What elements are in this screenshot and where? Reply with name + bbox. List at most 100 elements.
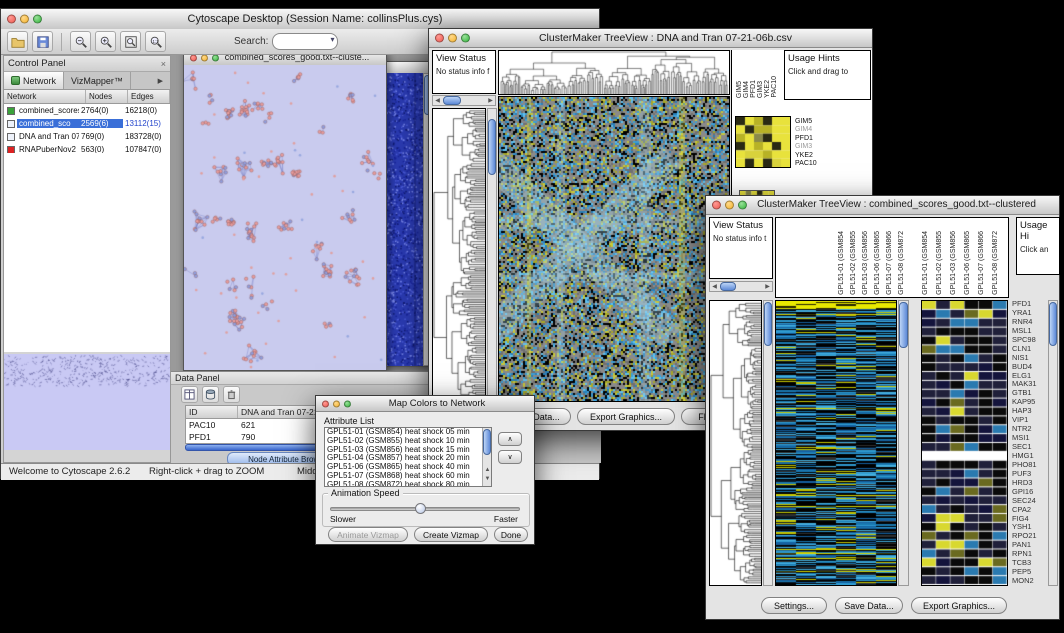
gene-label[interactable]: VIP1: [1010, 416, 1047, 425]
gene-label[interactable]: RNR4: [1010, 318, 1047, 327]
gene-label[interactable]: NIS1: [1010, 354, 1047, 363]
gene-label[interactable]: MAK31: [1010, 380, 1047, 389]
attribute-list-vscrollbar[interactable]: ▲ ▼: [482, 428, 491, 486]
done-button[interactable]: Done: [494, 527, 528, 542]
row-dendrogram-canvas-dna[interactable]: [433, 109, 485, 401]
gene-label[interactable]: HRD3: [1010, 479, 1047, 488]
row-dendrogram-canvas-combined[interactable]: [710, 301, 761, 585]
gene-label[interactable]: SEC1: [1010, 443, 1047, 452]
network-view-window[interactable]: combined_scores_good.txt--cluste...: [183, 55, 387, 371]
gene-label[interactable]: NTR2: [1010, 425, 1047, 434]
dna-titlebar[interactable]: ClusterMaker TreeView : DNA and Tran 07-…: [429, 29, 872, 48]
gene-label[interactable]: SPC98: [1010, 336, 1047, 345]
move-up-button[interactable]: ∧: [498, 432, 522, 446]
network-list-item[interactable]: DNA and Tran 07769(0)183728(0): [4, 130, 170, 143]
gene-label[interactable]: FIG4: [1010, 515, 1047, 524]
table-grid-icon[interactable]: [202, 386, 219, 403]
network-canvas[interactable]: [184, 65, 386, 370]
save-icon[interactable]: [32, 31, 53, 52]
gene-label[interactable]: RPO21: [1010, 532, 1047, 541]
gene-label[interactable]: PHO81: [1010, 461, 1047, 470]
create-vizmap-button[interactable]: Create Vizmap: [414, 527, 488, 542]
attribute-select-icon[interactable]: [181, 386, 198, 403]
animate-vizmap-button[interactable]: Animate Vizmap: [328, 527, 408, 542]
minimize-button[interactable]: [448, 34, 457, 43]
export-graphics-button[interactable]: Export Graphics...: [577, 408, 675, 425]
export-graphics-button[interactable]: Export Graphics...: [911, 597, 1007, 614]
dialog-titlebar[interactable]: Map Colors to Network: [316, 396, 534, 412]
column-header[interactable]: Edges: [128, 90, 170, 103]
gene-label[interactable]: TCB3: [1010, 559, 1047, 568]
minimize-button[interactable]: [725, 201, 734, 210]
combined-heatmap-vscrollbar[interactable]: [898, 300, 909, 586]
close-button[interactable]: [7, 15, 16, 24]
scroll-right-icon[interactable]: ▶: [486, 97, 495, 106]
zoom-actual-icon[interactable]: 1:1: [145, 31, 166, 52]
scroll-down-icon[interactable]: ▼: [483, 475, 491, 484]
gene-label[interactable]: MSL1: [1010, 327, 1047, 336]
gene-label[interactable]: HMG1: [1010, 452, 1047, 461]
tab-vizmapper[interactable]: VizMapper™: [64, 72, 131, 89]
save-data-button[interactable]: Save Data...: [835, 597, 903, 614]
panel-close-icon[interactable]: ×: [161, 59, 166, 69]
dna-dendro-vscrollbar[interactable]: [487, 108, 497, 402]
tab-network[interactable]: Network: [4, 72, 64, 89]
gene-label[interactable]: PFD1: [1010, 300, 1047, 309]
gene-label[interactable]: MON2: [1010, 577, 1047, 586]
combined-titlebar[interactable]: ClusterMaker TreeView : combined_scores_…: [706, 196, 1059, 215]
gene-label[interactable]: RPN1: [1010, 550, 1047, 559]
gene-label[interactable]: PUF3: [1010, 470, 1047, 479]
close-button[interactable]: [322, 400, 329, 407]
open-folder-icon[interactable]: [7, 31, 28, 52]
gene-label[interactable]: ELG1: [1010, 372, 1047, 381]
minimize-button[interactable]: [20, 15, 29, 24]
animation-speed-slider[interactable]: [330, 507, 520, 511]
gene-label[interactable]: CPA2: [1010, 506, 1047, 515]
settings-button[interactable]: Settings...: [761, 597, 827, 614]
detail-heatmap-canvas[interactable]: [922, 301, 1007, 585]
network-list-item[interactable]: combined_scores2764(0)16218(0): [4, 104, 170, 117]
birdseye-view-canvas[interactable]: [4, 354, 170, 450]
move-down-button[interactable]: ∨: [498, 450, 522, 464]
attribute-list-item[interactable]: GPL51-08 (GSM872) heat shock 80 min: [325, 481, 491, 487]
dna-hscrollbar[interactable]: ◀ ▶: [432, 95, 496, 106]
column-header[interactable]: Network: [4, 90, 86, 103]
gene-label[interactable]: HAP3: [1010, 407, 1047, 416]
combined-dendro-vscrollbar[interactable]: [763, 300, 773, 586]
heatmap-canvas-dna[interactable]: [499, 97, 729, 401]
zoom-fit-icon[interactable]: [120, 31, 141, 52]
gene-label[interactable]: YSH1: [1010, 523, 1047, 532]
combined-hscrollbar[interactable]: ◀ ▶: [709, 281, 773, 292]
gene-label[interactable]: CLN1: [1010, 345, 1047, 354]
tab-overflow-arrow[interactable]: ▶: [151, 72, 170, 89]
trash-icon[interactable]: [223, 386, 240, 403]
close-button[interactable]: [712, 201, 721, 210]
gene-label[interactable]: GTB1: [1010, 389, 1047, 398]
gene-label[interactable]: YRA1: [1010, 309, 1047, 318]
zoom-out-icon[interactable]: [70, 31, 91, 52]
search-input[interactable]: ▾: [272, 33, 338, 50]
attribute-listbox[interactable]: GPL51-01 (GSM854) heat shock 05 minGPL51…: [324, 427, 492, 487]
gene-label[interactable]: GPI16: [1010, 488, 1047, 497]
gene-label[interactable]: PAN1: [1010, 541, 1047, 550]
scroll-left-icon[interactable]: ◀: [710, 283, 719, 292]
gene-label[interactable]: BUD4: [1010, 363, 1047, 372]
gene-label[interactable]: MSI1: [1010, 434, 1047, 443]
minimize-button[interactable]: [201, 55, 208, 61]
column-header[interactable]: Nodes: [86, 90, 128, 103]
gene-label[interactable]: SEC24: [1010, 497, 1047, 506]
scroll-left-icon[interactable]: ◀: [433, 97, 442, 106]
zoom-in-icon[interactable]: [95, 31, 116, 52]
column-dendrogram-canvas-dna[interactable]: [499, 51, 729, 94]
cluster-thumbnail-canvas[interactable]: [735, 116, 791, 168]
heatmap-canvas-combined[interactable]: [776, 301, 896, 585]
close-button[interactable]: [190, 55, 197, 61]
close-button[interactable]: [435, 34, 444, 43]
main-titlebar[interactable]: Cytoscape Desktop (Session Name: collins…: [1, 9, 599, 30]
gene-label[interactable]: KAP95: [1010, 398, 1047, 407]
minimize-button[interactable]: [333, 400, 340, 407]
scroll-up-icon[interactable]: ▲: [483, 466, 491, 475]
network-list-item[interactable]: combined_sco2569(6)13112(15): [4, 117, 170, 130]
gene-list-vscrollbar[interactable]: [1048, 300, 1058, 586]
scroll-right-icon[interactable]: ▶: [763, 283, 772, 292]
